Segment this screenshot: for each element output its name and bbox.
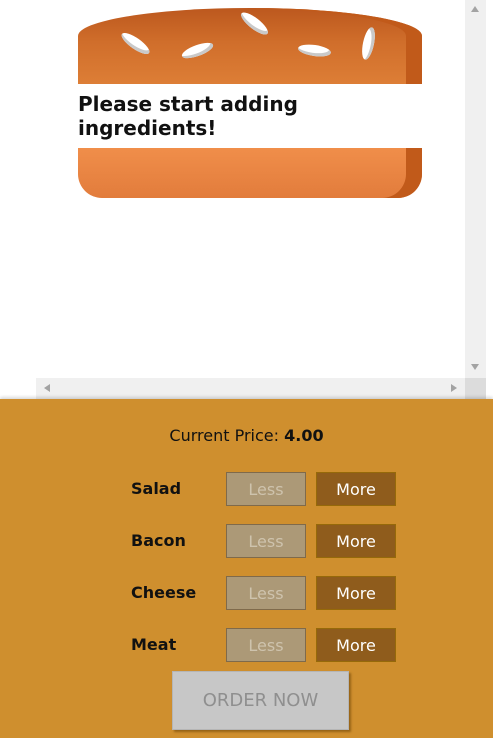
horizontal-scrollbar[interactable] [36, 378, 465, 399]
burger-builder-app: Please start adding ingredients! Current… [0, 0, 493, 738]
burger: Please start adding ingredients! [0, 0, 465, 378]
bread-top [78, 8, 422, 84]
seed-3 [238, 9, 271, 38]
more-bacon-button[interactable]: More [316, 524, 396, 558]
scroll-right-arrow-icon[interactable] [451, 384, 457, 392]
bread-bottom [78, 148, 422, 198]
price-value: 4.00 [284, 426, 324, 445]
more-salad-button[interactable]: More [316, 472, 396, 506]
seed-4 [297, 42, 332, 59]
current-price: Current Price: 4.00 [0, 426, 493, 445]
more-cheese-button[interactable]: More [316, 576, 396, 610]
price-label: Current Price: [169, 426, 280, 445]
control-meat: Meat Less More [131, 628, 396, 662]
vertical-scrollbar[interactable] [465, 0, 486, 378]
less-meat-button[interactable]: Less [226, 628, 306, 662]
ingredient-label-cheese: Cheese [131, 583, 197, 602]
more-meat-button[interactable]: More [316, 628, 396, 662]
control-cheese: Cheese Less More [131, 576, 396, 610]
seed-1 [118, 29, 153, 58]
control-bacon: Bacon Less More [131, 524, 396, 558]
burger-preview: Please start adding ingredients! [0, 0, 493, 399]
less-cheese-button[interactable]: Less [226, 576, 306, 610]
seed-2 [180, 39, 215, 62]
scroll-left-arrow-icon[interactable] [44, 384, 50, 392]
scroll-down-arrow-icon[interactable] [471, 364, 479, 370]
less-bacon-button[interactable]: Less [226, 524, 306, 558]
ingredient-label-salad: Salad [131, 479, 182, 498]
build-controls: Current Price: 4.00 Salad Less More Baco… [0, 399, 493, 738]
ingredient-label-meat: Meat [131, 635, 177, 654]
ingredient-label-bacon: Bacon [131, 531, 186, 550]
control-salad: Salad Less More [131, 472, 396, 506]
less-salad-button[interactable]: Less [226, 472, 306, 506]
scrollbar-corner [465, 378, 486, 399]
empty-burger-message: Please start adding ingredients! [78, 84, 422, 148]
scroll-up-arrow-icon[interactable] [471, 6, 479, 12]
seed-5 [359, 26, 378, 61]
order-now-button[interactable]: ORDER NOW [172, 671, 349, 730]
